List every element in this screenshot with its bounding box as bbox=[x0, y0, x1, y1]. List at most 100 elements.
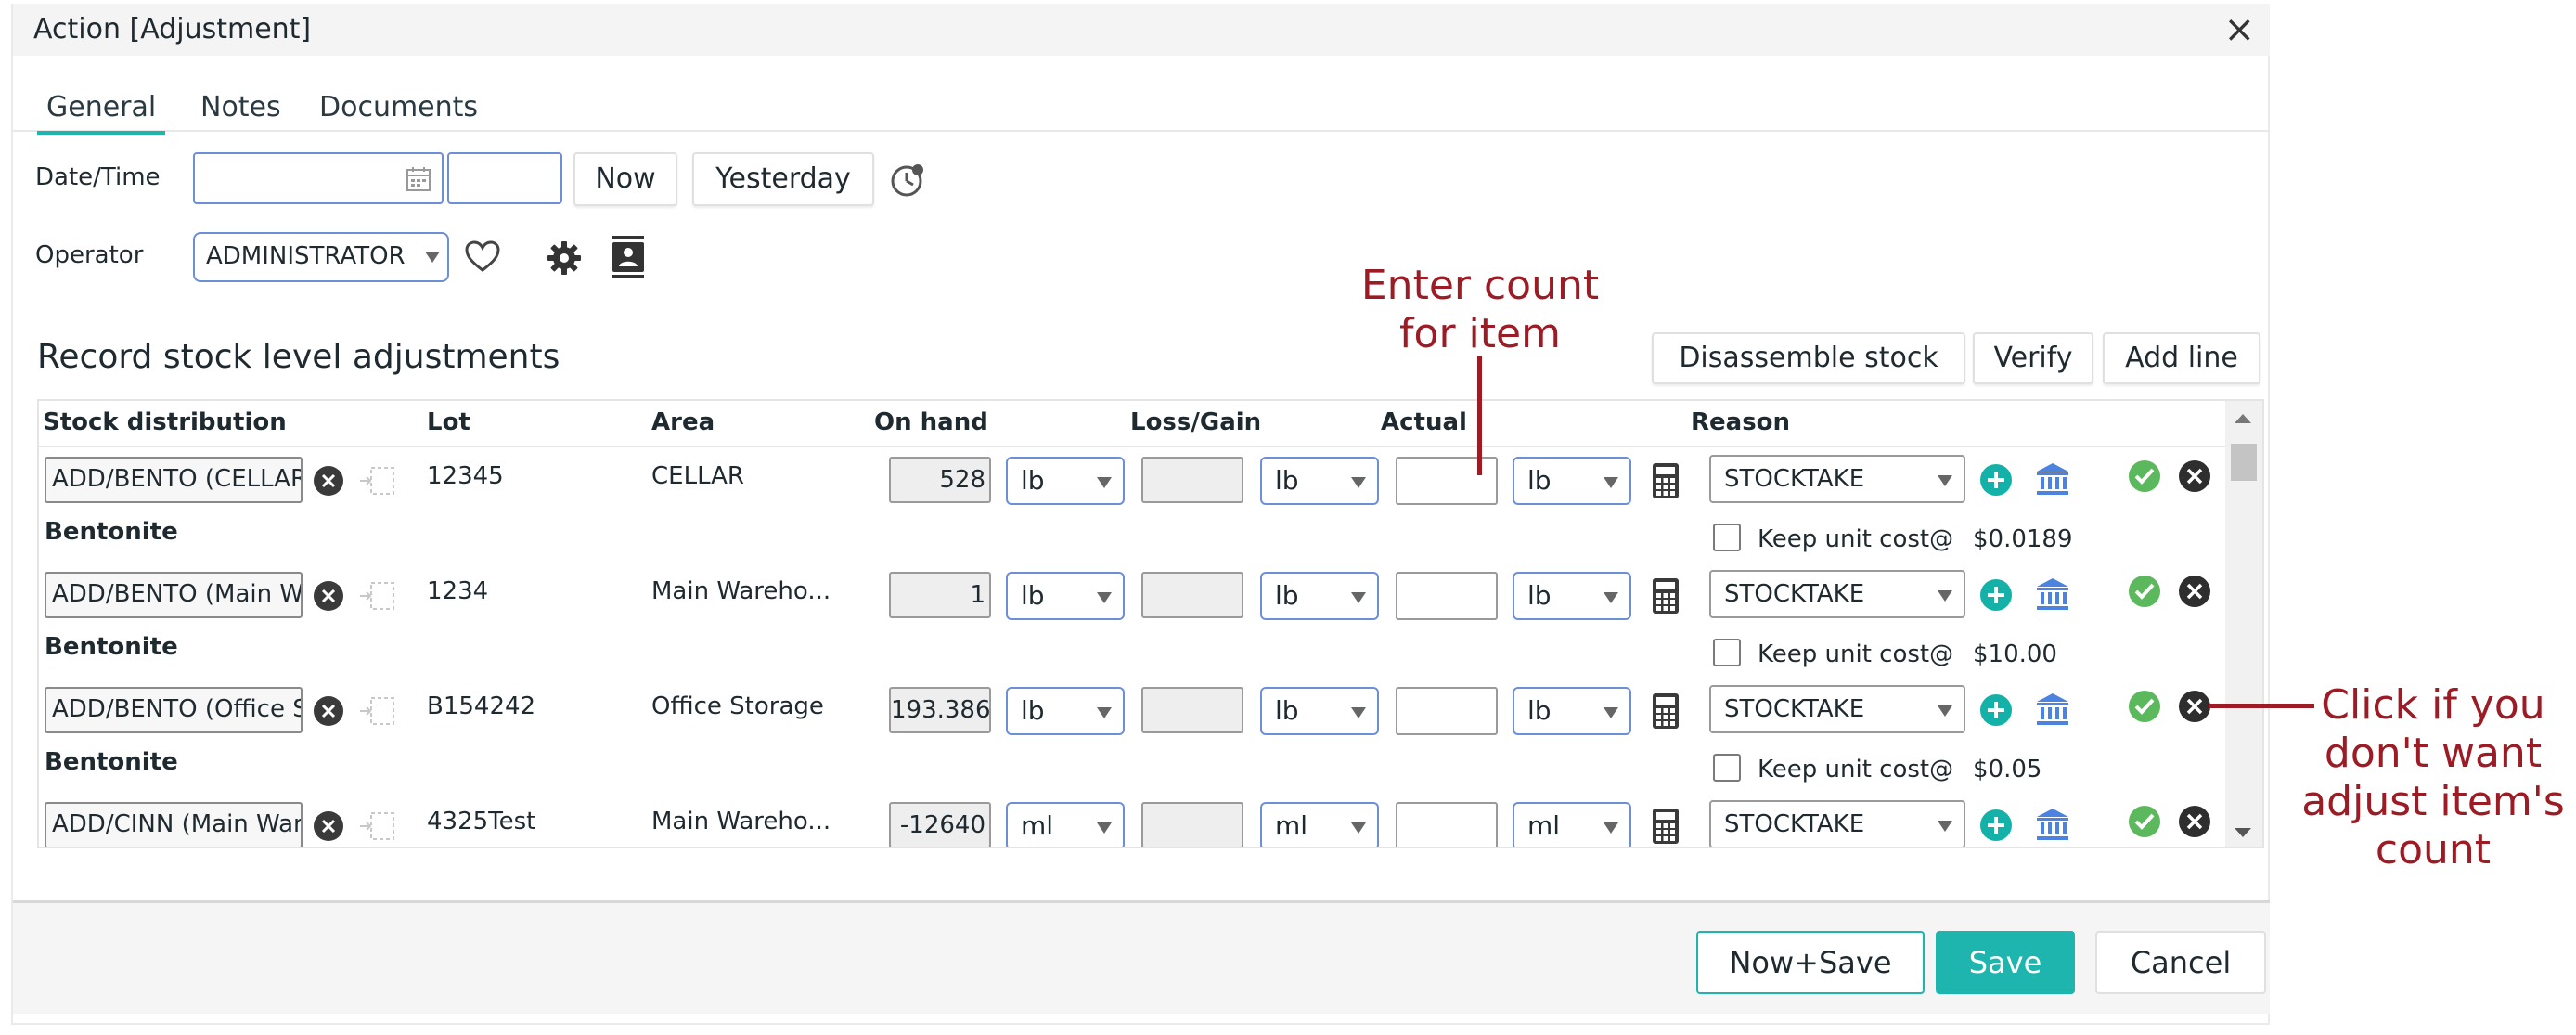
save-button[interactable]: Save bbox=[1936, 931, 2075, 994]
chevron-down-icon bbox=[1351, 477, 1366, 488]
verify-check-icon[interactable] bbox=[2127, 459, 2162, 494]
loss-gain-unit-select[interactable]: lb bbox=[1260, 457, 1379, 505]
annotation-pointer-vertical bbox=[1477, 356, 1482, 475]
verify-check-icon[interactable] bbox=[2127, 804, 2162, 839]
bank-icon[interactable] bbox=[2034, 806, 2071, 843]
loss-gain-unit-select[interactable]: lb bbox=[1260, 572, 1379, 620]
transfer-icon[interactable] bbox=[358, 694, 395, 728]
header-lot: Lot bbox=[427, 408, 470, 436]
unit-value: lb bbox=[1527, 695, 1552, 726]
remove-line-icon[interactable] bbox=[2177, 459, 2212, 494]
loss-gain-unit-select[interactable]: lb bbox=[1260, 687, 1379, 735]
keep-unit-cost-checkbox[interactable] bbox=[1713, 639, 1741, 666]
add-reason-icon[interactable] bbox=[1978, 577, 2014, 613]
stock-distribution-field[interactable]: ADD/BENTO (Main Warehouse) bbox=[45, 572, 303, 618]
clear-circle-icon[interactable] bbox=[312, 464, 345, 498]
unit-value: lb bbox=[1021, 695, 1045, 726]
add-reason-icon[interactable] bbox=[1978, 462, 2014, 498]
header-divider bbox=[39, 446, 2229, 447]
chevron-down-icon bbox=[1097, 592, 1112, 603]
calculator-icon[interactable] bbox=[1652, 692, 1680, 730]
tab-notes[interactable]: Notes bbox=[191, 91, 290, 131]
yesterday-button[interactable]: Yesterday bbox=[692, 152, 874, 206]
actual-unit-select[interactable]: lb bbox=[1513, 687, 1631, 735]
remove-line-icon[interactable] bbox=[2177, 689, 2212, 724]
on-hand-unit-select[interactable]: lb bbox=[1006, 572, 1125, 620]
now-save-button[interactable]: Now+Save bbox=[1696, 931, 1925, 994]
close-icon[interactable]: × bbox=[2223, 11, 2255, 48]
verify-button[interactable]: Verify bbox=[1973, 332, 2093, 384]
reason-value: STOCKTAKE bbox=[1724, 810, 1865, 838]
scroll-up-icon[interactable] bbox=[2235, 414, 2251, 423]
bank-icon[interactable] bbox=[2034, 460, 2071, 498]
on-hand-unit-select[interactable]: lb bbox=[1006, 457, 1125, 505]
clear-circle-icon[interactable] bbox=[312, 694, 345, 728]
cancel-button[interactable]: Cancel bbox=[2095, 931, 2266, 994]
loss-gain-field bbox=[1141, 572, 1243, 618]
tab-general[interactable]: General bbox=[37, 91, 166, 135]
on-hand-unit-select[interactable]: lb bbox=[1006, 687, 1125, 735]
verify-check-icon[interactable] bbox=[2127, 574, 2162, 609]
stock-distribution-field[interactable]: ADD/BENTO (CELLAR) bbox=[45, 457, 303, 503]
keep-unit-cost-checkbox[interactable] bbox=[1713, 754, 1741, 782]
tab-documents[interactable]: Documents bbox=[310, 91, 487, 131]
operator-label: Operator bbox=[35, 241, 144, 269]
now-button[interactable]: Now bbox=[573, 152, 677, 206]
remove-line-icon[interactable] bbox=[2177, 804, 2212, 839]
adjustment-table: Stock distribution Lot Area On hand Loss… bbox=[37, 399, 2264, 848]
on-hand-field: -12640 bbox=[889, 802, 991, 847]
calendar-icon[interactable] bbox=[405, 165, 432, 193]
clear-circle-icon[interactable] bbox=[312, 579, 345, 613]
stock-distribution-field[interactable]: ADD/CINN (Main Warehouse) bbox=[45, 802, 303, 847]
unit-value: lb bbox=[1527, 580, 1552, 611]
reason-select[interactable]: STOCKTAKE bbox=[1709, 570, 1965, 618]
add-reason-icon[interactable] bbox=[1978, 808, 2014, 843]
history-clock-icon[interactable] bbox=[887, 160, 928, 201]
chevron-down-icon bbox=[1604, 707, 1618, 718]
reason-select[interactable]: STOCKTAKE bbox=[1709, 455, 1965, 503]
stock-distribution-field[interactable]: ADD/BENTO (Office Storage) bbox=[45, 687, 303, 733]
gear-icon[interactable] bbox=[546, 239, 583, 277]
clear-circle-icon[interactable] bbox=[312, 809, 345, 843]
calculator-icon[interactable] bbox=[1652, 462, 1680, 499]
area-value: Office Storage bbox=[651, 692, 824, 720]
contact-card-icon[interactable] bbox=[611, 236, 646, 278]
scroll-thumb[interactable] bbox=[2231, 444, 2257, 481]
loss-gain-unit-select[interactable]: ml bbox=[1260, 802, 1379, 847]
bank-icon[interactable] bbox=[2034, 691, 2071, 728]
transfer-icon[interactable] bbox=[358, 579, 395, 613]
actual-unit-select[interactable]: lb bbox=[1513, 572, 1631, 620]
actual-count-input[interactable] bbox=[1396, 802, 1498, 847]
actual-unit-select[interactable]: ml bbox=[1513, 802, 1631, 847]
bank-icon[interactable] bbox=[2034, 576, 2071, 613]
disassemble-stock-button[interactable]: Disassemble stock bbox=[1652, 332, 1965, 384]
operator-select[interactable]: ADMINISTRATOR bbox=[193, 232, 449, 282]
transfer-icon[interactable] bbox=[358, 809, 395, 843]
on-hand-unit-select[interactable]: ml bbox=[1006, 802, 1125, 847]
keep-unit-cost-checkbox[interactable] bbox=[1713, 524, 1741, 551]
chevron-down-icon bbox=[1351, 592, 1366, 603]
area-value: CELLAR bbox=[651, 462, 745, 490]
favorite-heart-icon[interactable] bbox=[464, 239, 501, 275]
scroll-down-icon[interactable] bbox=[2235, 828, 2251, 837]
add-line-button[interactable]: Add line bbox=[2103, 332, 2260, 384]
actual-count-input[interactable] bbox=[1396, 572, 1498, 620]
date-input[interactable] bbox=[193, 152, 444, 204]
transfer-icon[interactable] bbox=[358, 464, 395, 498]
calculator-icon[interactable] bbox=[1652, 577, 1680, 615]
table-scrollbar[interactable] bbox=[2225, 401, 2262, 847]
add-reason-icon[interactable] bbox=[1978, 692, 2014, 728]
remove-line-icon[interactable] bbox=[2177, 574, 2212, 609]
reason-select[interactable]: STOCKTAKE bbox=[1709, 800, 1965, 847]
actual-count-input[interactable] bbox=[1396, 457, 1498, 505]
time-input[interactable] bbox=[447, 152, 562, 204]
reason-select[interactable]: STOCKTAKE bbox=[1709, 685, 1965, 733]
reason-value: STOCKTAKE bbox=[1724, 465, 1865, 493]
lot-value: 1234 bbox=[427, 577, 489, 605]
unit-cost-value: $10.00 bbox=[1973, 640, 2057, 668]
calculator-icon[interactable] bbox=[1652, 808, 1680, 845]
verify-check-icon[interactable] bbox=[2127, 689, 2162, 724]
actual-count-input[interactable] bbox=[1396, 687, 1498, 735]
keep-unit-cost-label: Keep unit cost@ bbox=[1758, 640, 1954, 668]
actual-unit-select[interactable]: lb bbox=[1513, 457, 1631, 505]
